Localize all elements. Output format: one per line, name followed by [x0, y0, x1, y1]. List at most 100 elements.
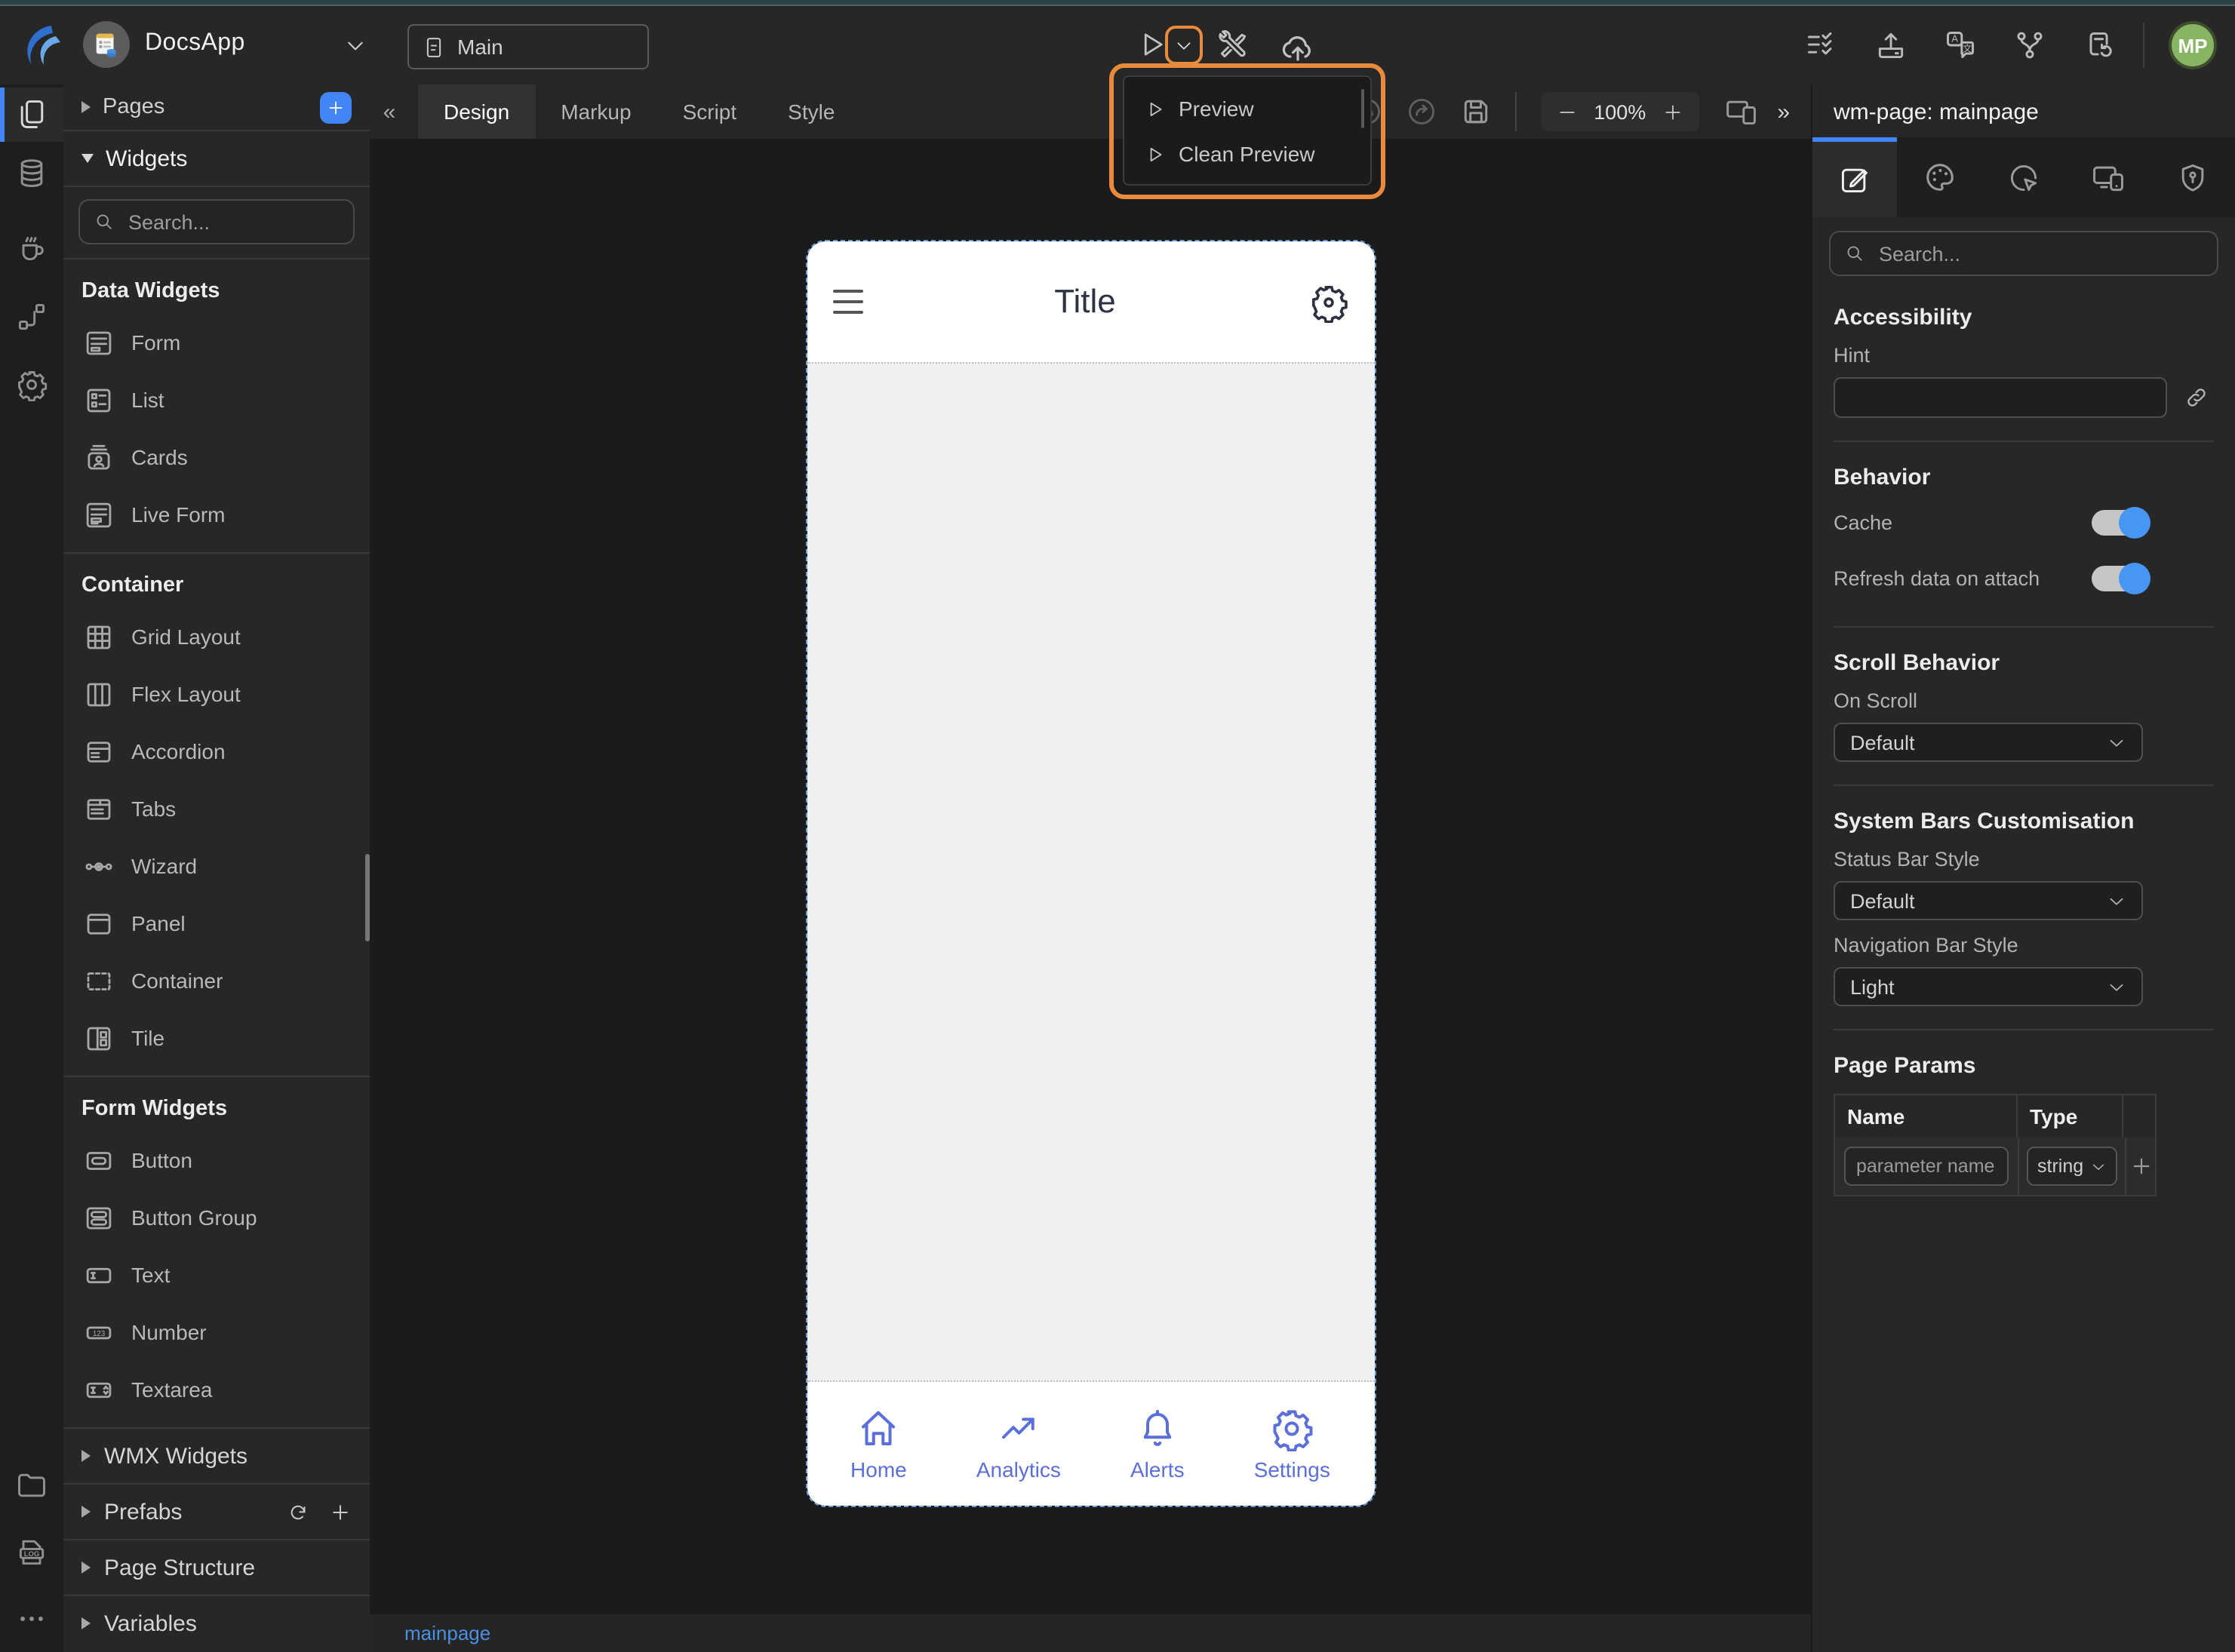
tab-design[interactable]: Design: [418, 84, 536, 139]
rail-item-java-services[interactable]: [0, 220, 63, 275]
widget-item-accordion[interactable]: Accordion: [63, 723, 370, 780]
rail-item-settings[interactable]: [0, 358, 63, 412]
device-frame[interactable]: Title Home Analytics Alerts Settings: [805, 240, 1376, 1507]
device-content-area[interactable]: [807, 362, 1374, 1382]
cloud-upload-icon[interactable]: [1280, 29, 1316, 65]
pages-icon: [20, 100, 44, 128]
refresh-icon[interactable]: [287, 1500, 309, 1523]
project-chevron-down-icon[interactable]: [344, 35, 367, 57]
widget-search[interactable]: [78, 199, 355, 244]
rail-item-logs[interactable]: LOG: [0, 1525, 63, 1580]
widget-item-cards[interactable]: Cards: [63, 428, 370, 486]
menu-item-preview[interactable]: Preview: [1124, 86, 1370, 131]
zoom-in-icon[interactable]: [1662, 102, 1682, 121]
section-variables[interactable]: Variables: [63, 1595, 370, 1650]
refresh-on-attach-toggle[interactable]: [2092, 562, 2150, 594]
design-viewport[interactable]: Title Home Analytics Alerts Settings: [370, 139, 1811, 1614]
export-icon[interactable]: [1874, 29, 1908, 62]
widget-item-wizard[interactable]: Wizard: [63, 837, 370, 895]
menu-scrollbar[interactable]: [1361, 89, 1364, 128]
rail-item-files[interactable]: [0, 1459, 63, 1513]
hint-field[interactable]: [1834, 377, 2167, 418]
rail-item-more[interactable]: [0, 1592, 63, 1646]
widget-item-textarea[interactable]: Textarea: [63, 1361, 370, 1418]
version-control-icon[interactable]: [2013, 29, 2046, 62]
status-bar-style-select[interactable]: Default: [1834, 881, 2143, 920]
widget-item-panel[interactable]: Panel: [63, 895, 370, 952]
tab-devices[interactable]: [2066, 137, 2150, 217]
widget-item-tabs[interactable]: Tabs: [63, 780, 370, 837]
widgets-section-header[interactable]: Widgets: [63, 131, 370, 186]
run-preview-icon[interactable]: [1136, 29, 1168, 60]
param-name-input[interactable]: [1844, 1147, 2009, 1186]
add-prefab-icon[interactable]: [329, 1500, 352, 1523]
widget-item-live-form[interactable]: Live Form: [63, 486, 370, 543]
widget-item-button-group[interactable]: Button Group: [63, 1189, 370, 1246]
widget-item-button[interactable]: Button: [63, 1132, 370, 1189]
rail-item-connectors[interactable]: [0, 290, 63, 344]
nav-bar-style-select[interactable]: Light: [1834, 967, 2143, 1006]
page-selector[interactable]: Main: [407, 24, 649, 69]
device-page-title[interactable]: Title: [862, 282, 1308, 321]
nav-item-home[interactable]: Home: [850, 1406, 907, 1482]
add-page-button[interactable]: [320, 91, 352, 123]
param-type-select[interactable]: string: [2027, 1147, 2117, 1186]
hint-input[interactable]: [1835, 379, 2166, 416]
translate-icon[interactable]: A 文: [1944, 29, 1977, 62]
section-prefabs[interactable]: Prefabs: [63, 1483, 370, 1539]
canvas-statusbar: mainpage: [370, 1614, 1811, 1652]
widget-label: Number: [131, 1320, 207, 1344]
widget-item-tile[interactable]: Tile: [63, 1009, 370, 1067]
rail-item-database[interactable]: [0, 146, 63, 201]
project-icon[interactable]: [83, 21, 130, 68]
preview-options-button[interactable]: [1165, 26, 1203, 65]
tab-security[interactable]: [2150, 137, 2235, 217]
tools-icon[interactable]: [1216, 29, 1250, 62]
save-icon[interactable]: [1459, 95, 1493, 128]
widget-item-text[interactable]: Text: [63, 1246, 370, 1303]
tab-events[interactable]: [1981, 137, 2066, 217]
rail-item-pages[interactable]: [0, 88, 63, 142]
hamburger-menu-icon[interactable]: [832, 290, 862, 314]
task-list-icon[interactable]: [1805, 29, 1838, 62]
device-header[interactable]: Title: [807, 241, 1374, 362]
device-switch-icon[interactable]: [1721, 95, 1760, 128]
tab-script[interactable]: Script: [657, 84, 763, 139]
tab-styles[interactable]: [1897, 137, 1981, 217]
header-gear-icon[interactable]: [1308, 281, 1348, 322]
collapse-panel-button[interactable]: «: [379, 99, 400, 124]
widget-item-container[interactable]: Container: [63, 952, 370, 1009]
panel-icon: [87, 913, 111, 934]
file-sync-icon[interactable]: [2083, 29, 2116, 62]
nav-item-analytics[interactable]: Analytics: [976, 1406, 1061, 1482]
redo-icon[interactable]: [1405, 95, 1438, 128]
section-page-structure[interactable]: Page Structure: [63, 1539, 370, 1595]
tab-markup[interactable]: Markup: [535, 84, 656, 139]
nav-item-alerts[interactable]: Alerts: [1130, 1406, 1185, 1482]
cache-toggle[interactable]: [2092, 506, 2150, 538]
widget-search-input[interactable]: [125, 209, 340, 235]
menu-item-clean-preview[interactable]: Clean Preview: [1124, 131, 1370, 177]
widget-item-grid-layout[interactable]: Grid Layout: [63, 608, 370, 665]
tab-properties[interactable]: [1812, 137, 1897, 217]
widget-item-number[interactable]: 123 Number: [63, 1303, 370, 1361]
tab-style[interactable]: Style: [762, 84, 860, 139]
breadcrumb-page[interactable]: mainpage: [404, 1622, 490, 1644]
nav-item-settings[interactable]: Settings: [1254, 1406, 1330, 1482]
pages-section-header[interactable]: Pages: [63, 84, 370, 130]
list-icon: [87, 388, 111, 412]
section-wmx-widgets[interactable]: WMX Widgets: [63, 1427, 370, 1483]
add-param-icon[interactable]: [2129, 1154, 2153, 1178]
project-name[interactable]: DocsApp: [145, 30, 245, 57]
on-scroll-select[interactable]: Default: [1834, 723, 2143, 762]
widget-item-form[interactable]: Form: [63, 314, 370, 371]
inspector-search[interactable]: [1829, 231, 2218, 276]
section-behavior: Behavior: [1834, 465, 1931, 490]
bind-link-icon[interactable]: [2184, 385, 2209, 410]
inspector-search-input[interactable]: [1876, 241, 2203, 266]
zoom-out-icon[interactable]: [1557, 102, 1577, 121]
widget-item-flex-layout[interactable]: Flex Layout: [63, 665, 370, 723]
user-avatar[interactable]: MP: [2169, 21, 2217, 69]
expand-panel-button[interactable]: »: [1777, 99, 1790, 124]
widget-item-list[interactable]: List: [63, 371, 370, 428]
